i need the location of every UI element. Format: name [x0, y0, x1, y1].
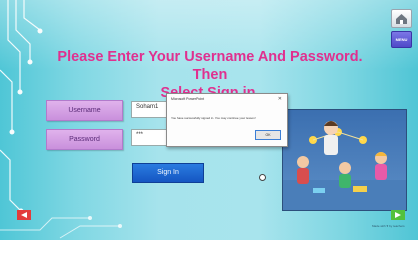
dialog-title: Microsoft PowerPoint — [171, 97, 205, 101]
prev-arrow-icon[interactable] — [17, 210, 31, 220]
next-arrow-icon[interactable] — [391, 210, 405, 220]
dialog-message: You have successfully signed in. You may… — [171, 116, 256, 120]
sign-in-button[interactable]: Sign In — [132, 163, 204, 183]
classroom-illustration — [282, 109, 407, 211]
footer-credit: Made with ♥ by teachers — [372, 224, 405, 228]
menu-button[interactable]: MENU — [391, 31, 412, 48]
title-line-1: Please Enter Your Username And Password.… — [57, 49, 363, 83]
ok-button[interactable]: OK — [255, 130, 281, 140]
message-dialog: Microsoft PowerPoint ✕ You have successf… — [166, 93, 288, 147]
home-icon — [396, 14, 407, 24]
classroom-illustration-art — [283, 121, 406, 210]
home-button[interactable] — [391, 9, 412, 28]
slide-canvas: Please Enter Your Username And Password.… — [0, 0, 418, 240]
password-label: Password — [46, 129, 123, 150]
username-label: Username — [46, 100, 123, 121]
close-icon[interactable]: ✕ — [278, 96, 282, 102]
mouse-cursor — [259, 174, 266, 181]
